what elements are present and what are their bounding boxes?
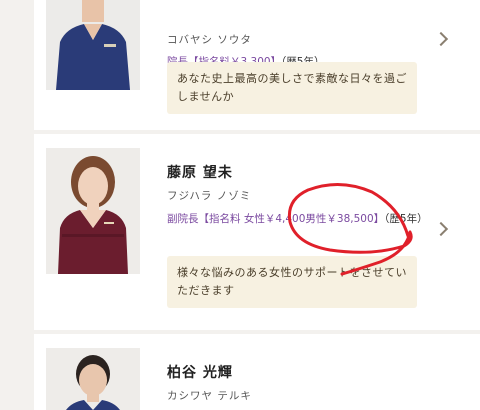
doctor-card-kobayashi[interactable]: コバヤシ ソウタ 院長【指名料￥3,300】（歴5年） あなた史上最高の美しさで… <box>34 0 480 130</box>
doctor-message: 様々な悩みのある女性のサポートをさせていただきます <box>167 256 417 308</box>
doctor-message: あなた史上最高の美しさで素敵な日々を過ごしませんか <box>167 62 417 114</box>
doctor-card-fujihara[interactable]: 藤原 望未 フジハラ ノゾミ 副院長【指名料 女性￥4,400男性￥38,500… <box>34 134 480 330</box>
doctor-kana: フジハラ ノゾミ <box>167 190 252 202</box>
doctor-photo <box>46 0 140 90</box>
doctor-name: 柏谷 光輝 <box>167 365 233 381</box>
doctor-role: 副院長 <box>167 213 199 225</box>
doctor-photo <box>46 148 140 274</box>
doctor-kana: コバヤシ ソウタ <box>167 34 252 46</box>
chevron-right-icon[interactable] <box>433 31 449 47</box>
doctor-card-kashiwaya[interactable]: 柏谷 光輝 カシワヤ テルキ <box>34 334 480 410</box>
doctor-fee: 【指名料 女性￥4,400男性￥38,500】 <box>198 213 385 225</box>
doctor-photo <box>46 348 140 410</box>
doctor-kana: カシワヤ テルキ <box>167 390 252 402</box>
doctor-title-line: 副院長【指名料 女性￥4,400男性￥38,500】（歴5年） <box>167 211 457 228</box>
doctor-years: （歴5年） <box>384 213 428 225</box>
left-background <box>0 0 34 410</box>
doctor-name: 藤原 望未 <box>167 165 233 181</box>
